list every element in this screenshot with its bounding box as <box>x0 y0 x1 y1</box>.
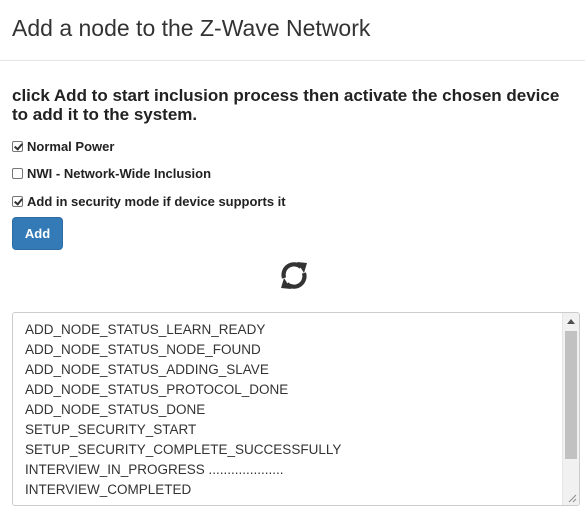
log-scrollbar[interactable] <box>562 313 579 505</box>
nwi-option[interactable]: NWI - Network-Wide Inclusion <box>12 164 211 182</box>
log-line: SETUP_SECURITY_COMPLETE_SUCCESSFULLY <box>25 442 342 457</box>
scrollbar-thumb[interactable] <box>565 331 577 459</box>
dialog-header: Add a node to the Z-Wave Network <box>0 0 585 61</box>
normal-power-checkbox[interactable] <box>12 140 23 152</box>
resize-grip-icon[interactable] <box>567 493 577 503</box>
instruction-text: click Add to start inclusion process the… <box>12 86 560 124</box>
log-line: ADD_NODE_STATUS_ADDING_SLAVE <box>25 362 269 377</box>
add-button[interactable]: Add <box>12 217 63 250</box>
log-line: ADD_NODE_STATUS_PROTOCOL_DONE <box>25 382 289 397</box>
log-lines: ADD_NODE_STATUS_LEARN_READY ADD_NODE_STA… <box>25 320 559 500</box>
security-mode-option[interactable]: Add in security mode if device supports … <box>12 192 286 210</box>
scroll-up-arrow-icon[interactable] <box>567 319 575 324</box>
log-line: SETUP_SECURITY_START <box>25 422 197 437</box>
nwi-label: NWI - Network-Wide Inclusion <box>27 165 212 181</box>
log-line: ADD_NODE_STATUS_NODE_FOUND <box>25 342 261 357</box>
log-line: INTERVIEW_COMPLETED <box>25 482 192 497</box>
log-line: INTERVIEW_IN_PROGRESS ..................… <box>25 462 284 477</box>
normal-power-option[interactable]: Normal Power <box>12 137 114 155</box>
nwi-checkbox[interactable] <box>12 167 23 179</box>
dialog-title: Add a node to the Z-Wave Network <box>12 15 371 41</box>
log-output[interactable]: ADD_NODE_STATUS_LEARN_READY ADD_NODE_STA… <box>12 312 580 506</box>
log-line: ADD_NODE_STATUS_DONE <box>25 402 206 417</box>
security-mode-label: Add in security mode if device supports … <box>27 193 286 209</box>
security-mode-checkbox[interactable] <box>12 195 23 207</box>
refresh-icon <box>281 262 307 289</box>
log-line: ADD_NODE_STATUS_LEARN_READY <box>25 322 266 337</box>
normal-power-label: Normal Power <box>27 138 115 154</box>
